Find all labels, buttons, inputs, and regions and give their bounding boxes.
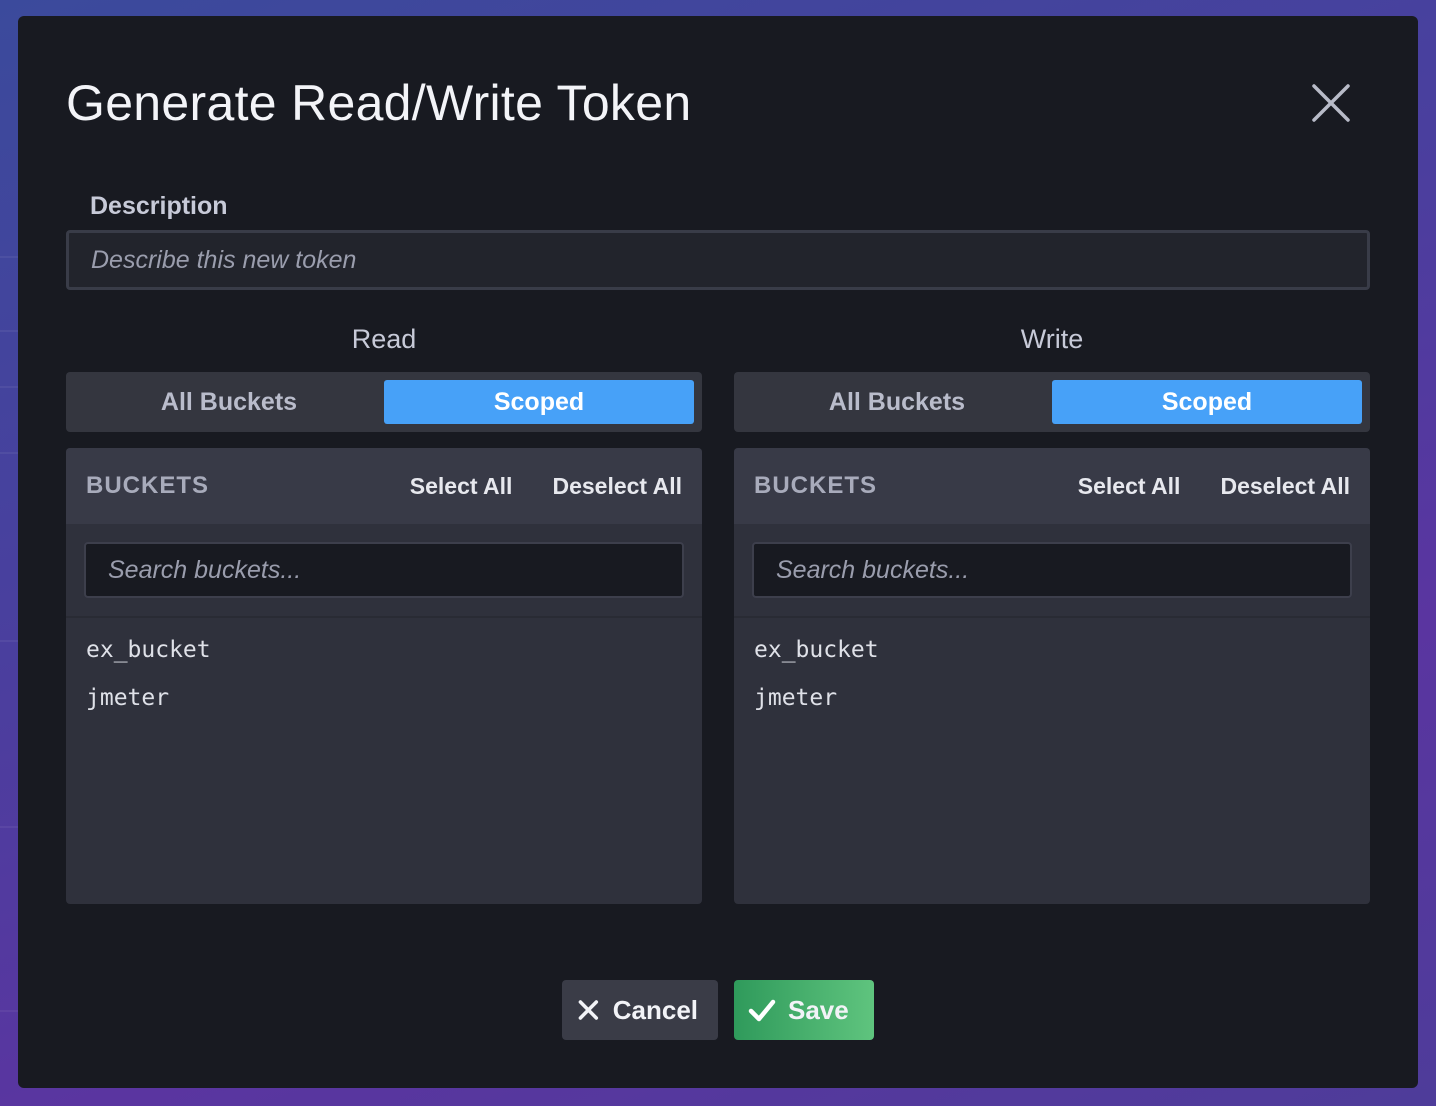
write-buckets-heading: BUCKETS xyxy=(754,472,878,499)
list-item[interactable]: ex_bucket xyxy=(754,626,1350,674)
write-title: Write xyxy=(1020,324,1084,354)
x-icon xyxy=(578,1000,599,1020)
background-divider xyxy=(0,640,18,642)
list-item[interactable]: ex_bucket xyxy=(86,626,682,674)
read-title: Read xyxy=(351,324,417,354)
background-divider xyxy=(0,826,18,828)
description-input[interactable] xyxy=(66,230,1370,290)
cancel-label: Cancel xyxy=(612,994,698,1025)
write-select-all-button[interactable]: Select All xyxy=(1078,473,1181,500)
close-icon xyxy=(1312,84,1350,122)
write-bucket-header: BUCKETS Select All Deselect All xyxy=(734,448,1370,524)
read-bucket-header: BUCKETS Select All Deselect All xyxy=(66,448,702,524)
read-all-buckets-tab[interactable]: All Buckets xyxy=(74,380,384,424)
close-button[interactable] xyxy=(1308,80,1354,126)
read-select-all-button[interactable]: Select All xyxy=(410,473,513,500)
background-divider xyxy=(0,452,18,454)
background-divider xyxy=(0,1010,18,1012)
write-bucket-panel: BUCKETS Select All Deselect All ex_bucke… xyxy=(734,448,1370,904)
write-scoped-tab[interactable]: Scoped xyxy=(1052,380,1362,424)
read-bucket-panel: BUCKETS Select All Deselect All ex_bucke… xyxy=(66,448,702,904)
read-column: Read All Buckets Scoped BUCKETS Select A… xyxy=(66,316,702,904)
write-bucket-search-input[interactable] xyxy=(752,542,1352,598)
modal-footer: Cancel Save xyxy=(18,980,1418,1040)
modal-title: Generate Read/Write Token xyxy=(66,75,692,131)
read-deselect-all-button[interactable]: Deselect All xyxy=(552,473,682,500)
write-search-wrap xyxy=(734,524,1370,618)
generate-token-modal: Generate Read/Write Token Description Re… xyxy=(18,16,1418,1088)
write-scope-toggle: All Buckets Scoped xyxy=(734,372,1370,432)
list-item[interactable]: jmeter xyxy=(754,674,1350,722)
read-bucket-list: ex_bucket jmeter xyxy=(66,618,702,730)
write-deselect-all-button[interactable]: Deselect All xyxy=(1220,473,1350,500)
read-search-wrap xyxy=(66,524,702,618)
write-bucket-list: ex_bucket jmeter xyxy=(734,618,1370,730)
read-scoped-tab[interactable]: Scoped xyxy=(384,380,694,424)
cancel-button[interactable]: Cancel xyxy=(562,980,718,1040)
write-all-buckets-tab[interactable]: All Buckets xyxy=(742,380,1052,424)
description-label: Description xyxy=(90,192,228,220)
save-button[interactable]: Save xyxy=(734,980,874,1040)
save-label: Save xyxy=(788,994,849,1025)
background-divider xyxy=(0,386,18,388)
read-bucket-search-input[interactable] xyxy=(84,542,684,598)
background-divider xyxy=(0,330,18,332)
checkmark-icon xyxy=(748,999,776,1022)
list-item[interactable]: jmeter xyxy=(86,674,682,722)
read-scope-toggle: All Buckets Scoped xyxy=(66,372,702,432)
write-column: Write All Buckets Scoped BUCKETS Select … xyxy=(734,316,1370,904)
read-buckets-heading: BUCKETS xyxy=(86,472,210,499)
background-divider xyxy=(0,256,18,258)
